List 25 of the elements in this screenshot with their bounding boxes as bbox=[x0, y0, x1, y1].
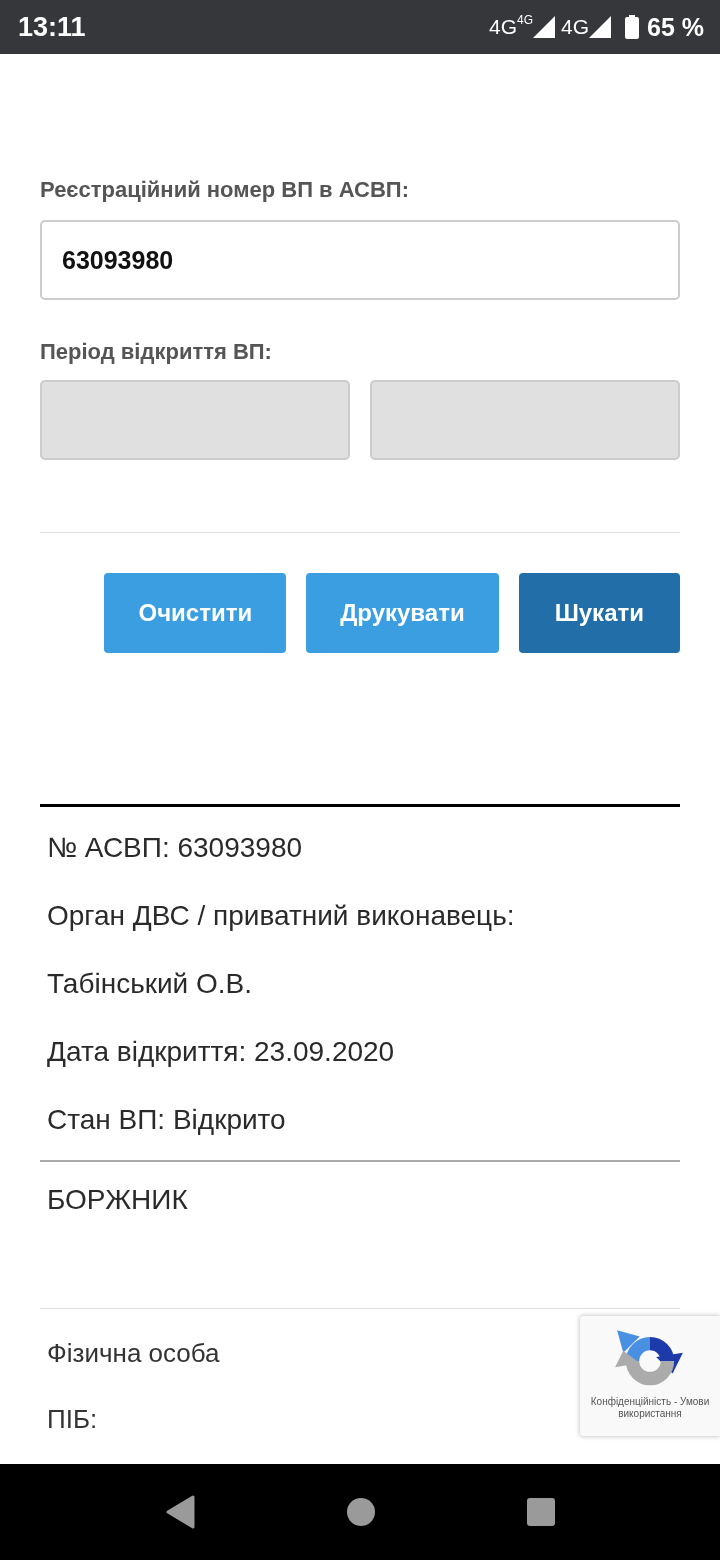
debtor-type-text: Фізична особа bbox=[46, 1337, 220, 1370]
action-button[interactable]: Очистити bbox=[104, 573, 287, 653]
field-label: Реєстраційний номер ВП в АСВП: bbox=[40, 176, 409, 204]
result-text: Стан ВП: Відкрито bbox=[46, 1103, 286, 1137]
recaptcha-legal-text[interactable]: Конфіденційність - Умови використання bbox=[580, 1396, 720, 1420]
signal-icon bbox=[533, 16, 555, 38]
search-button[interactable]: Шукати bbox=[518, 573, 680, 653]
name-label: ПІБ: bbox=[46, 1403, 98, 1436]
network-type-label: 4G bbox=[488, 15, 517, 39]
signal-icon bbox=[589, 16, 611, 38]
clock-time: 13:11 bbox=[18, 11, 86, 43]
battery-percentage: 65 % bbox=[647, 12, 704, 42]
result-text: № АСВП: 63093980 bbox=[46, 831, 303, 865]
home-icon[interactable] bbox=[347, 1498, 375, 1526]
battery-icon bbox=[625, 15, 639, 39]
result-text: Табінський О.В. bbox=[46, 967, 253, 1001]
result-text: Орган ДВС / приватний виконавець: bbox=[46, 899, 515, 933]
network-type-label: 4G bbox=[561, 15, 589, 39]
back-icon[interactable] bbox=[165, 1495, 195, 1529]
network-type-label: 4G bbox=[517, 12, 533, 27]
result-text: Дата відкриття: 23.09.2020 bbox=[46, 1035, 395, 1069]
registration-number-field[interactable]: 63093980 bbox=[40, 220, 680, 300]
section-title: БОРЖНИК bbox=[46, 1183, 188, 1217]
field-label: Період відкриття ВП: bbox=[40, 338, 272, 366]
action-button[interactable]: Друкувати bbox=[306, 573, 499, 653]
